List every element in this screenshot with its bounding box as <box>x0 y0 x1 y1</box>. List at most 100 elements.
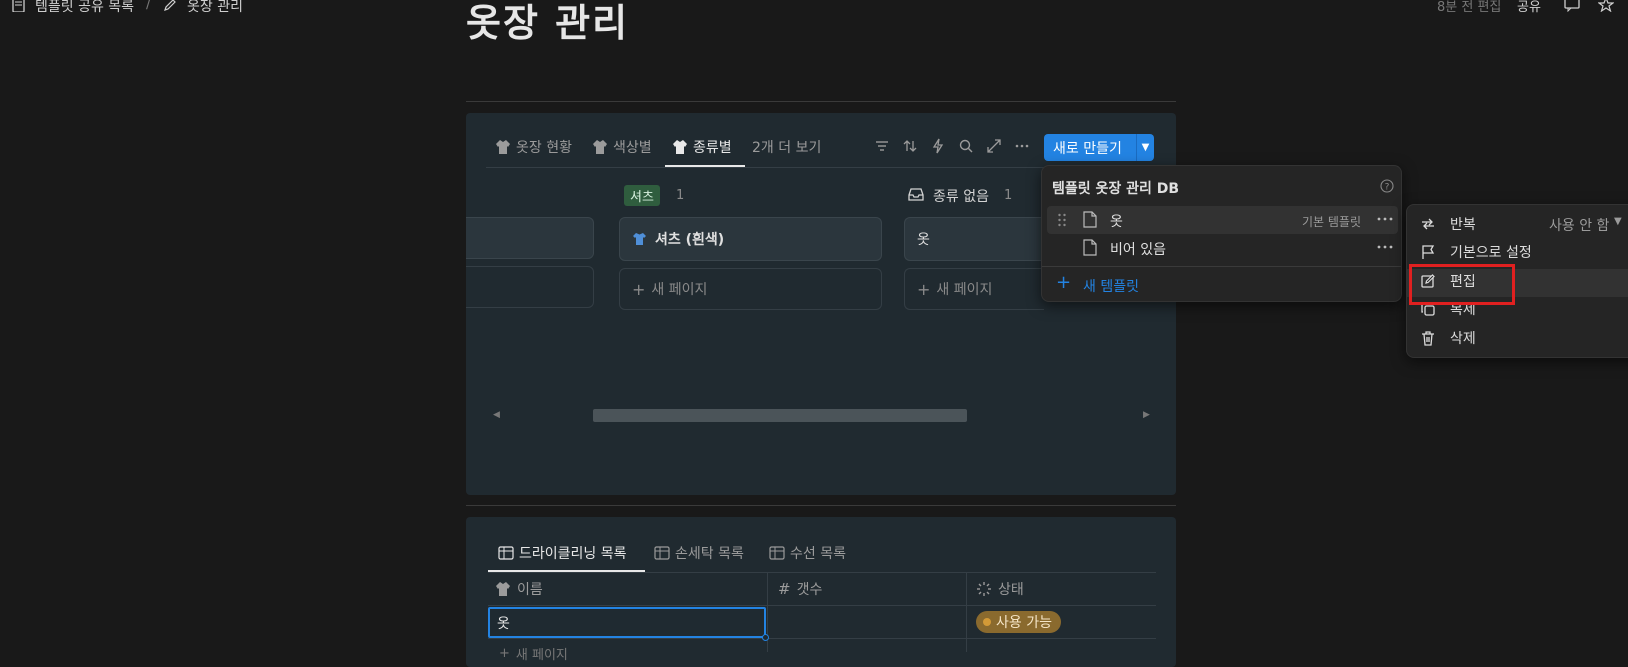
group-count: 1 <box>676 188 685 203</box>
breadcrumb-current[interactable]: 옷장 관리 <box>187 0 243 16</box>
scroll-left-arrow[interactable]: ◀ <box>493 410 500 420</box>
chevron-down-icon: ▼ <box>1614 216 1622 227</box>
card-clothes[interactable]: 옷 <box>904 217 1044 261</box>
page-icon <box>1083 239 1097 256</box>
status-label: 사용 가능 <box>996 615 1052 631</box>
filter-icon[interactable] <box>873 137 891 155</box>
flag-icon <box>1420 244 1450 260</box>
cell-value: 옷 <box>497 615 510 632</box>
header-divider <box>488 605 1156 606</box>
cell-resize-handle[interactable] <box>762 634 769 641</box>
chevron-down-icon[interactable]: ▼ <box>1137 142 1154 153</box>
repeat-icon <box>1420 216 1450 232</box>
status-badge[interactable]: 사용 가능 <box>976 611 1061 633</box>
divider <box>466 505 1176 506</box>
sort-icon[interactable] <box>901 137 919 155</box>
inbox-icon <box>908 187 924 201</box>
tab-label: 옷장 현황 <box>516 140 572 156</box>
tab-by-type[interactable]: 종류별 <box>672 137 732 157</box>
breadcrumb-parent[interactable]: 템플릿 공유 목록 <box>35 0 134 16</box>
card-shirt-white[interactable]: 셔츠 (흰색) <box>619 217 882 261</box>
share-button[interactable]: 공유 <box>1517 0 1541 15</box>
edited-time: 8분 전 편집 <box>1437 0 1502 15</box>
horizontal-scrollbar[interactable] <box>593 409 967 422</box>
more-icon[interactable] <box>1376 240 1394 254</box>
column-header-name[interactable]: 이름 <box>495 579 543 599</box>
template-item-label[interactable]: 옷 <box>1110 211 1123 231</box>
menu-item-label: 반복 <box>1450 217 1476 233</box>
page-icon <box>1083 211 1097 228</box>
row-divider <box>488 638 1156 639</box>
tab-label: 드라이클리닝 목록 <box>519 546 627 562</box>
card-partial[interactable] <box>466 217 594 259</box>
tab-hand-wash[interactable]: 손세탁 목록 <box>654 543 744 563</box>
column-label: 갯수 <box>796 582 823 598</box>
tabs-divider <box>488 572 1156 573</box>
page-title[interactable]: 옷장 관리 <box>466 0 629 47</box>
comment-icon[interactable] <box>1564 0 1580 12</box>
new-row-button[interactable]: + 새 페이지 <box>499 644 568 663</box>
scroll-right-arrow[interactable]: ▶ <box>1143 410 1150 420</box>
tab-repair[interactable]: 수선 목록 <box>769 543 846 563</box>
menu-item-label: 삭제 <box>1450 331 1476 347</box>
highlight-box <box>1409 264 1515 305</box>
expand-icon[interactable] <box>985 137 1003 155</box>
status-dot <box>983 618 991 626</box>
table-icon <box>498 546 514 560</box>
dress-icon <box>495 581 511 597</box>
group-count: 1 <box>1004 188 1013 203</box>
svg-text:?: ? <box>1385 183 1390 193</box>
new-row-label: 새 페이지 <box>515 648 568 663</box>
tab-label: 2개 더 보기 <box>752 140 822 156</box>
menu-item-label: 기본으로 설정 <box>1450 245 1532 261</box>
menu-item-delete[interactable]: 삭제 <box>1420 328 1476 348</box>
new-page-button[interactable]: + 새 페이지 <box>619 268 882 310</box>
star-icon[interactable] <box>1598 0 1614 12</box>
status-icon <box>976 581 992 597</box>
column-header-status[interactable]: 상태 <box>976 579 1024 599</box>
column-header-count[interactable]: # 갯수 <box>778 579 822 599</box>
group-label-no-type: 종류 없음 <box>933 189 989 205</box>
menu-item-set-default[interactable]: 기본으로 설정 <box>1420 242 1532 262</box>
plus-icon: + <box>917 279 931 299</box>
tab-by-color[interactable]: 색상별 <box>592 137 652 157</box>
new-button[interactable]: 새로 만들기 ▼ <box>1044 134 1154 161</box>
table-icon <box>654 546 670 560</box>
top-bar: 템플릿 공유 목록 / 옷장 관리 8분 전 편집 공유 <box>0 0 1628 16</box>
card-title: 셔츠 (흰색) <box>655 232 725 248</box>
tab-wardrobe-status[interactable]: 옷장 현황 <box>495 137 572 157</box>
table-icon <box>769 546 785 560</box>
tab-label: 종류별 <box>693 140 732 156</box>
name-cell-input[interactable]: 옷 <box>488 607 766 638</box>
tab-more-views[interactable]: 2개 더 보기 <box>752 137 821 157</box>
drag-handle-icon[interactable] <box>1057 213 1067 227</box>
new-page-partial[interactable] <box>466 266 594 308</box>
new-page-button[interactable]: + 새 페이지 <box>904 268 1044 310</box>
new-button-label: 새로 만들기 <box>1053 140 1122 157</box>
card-title: 옷 <box>917 232 930 248</box>
help-icon[interactable]: ? <box>1380 179 1394 193</box>
more-icon[interactable] <box>1013 137 1031 155</box>
shirt-icon <box>632 232 647 246</box>
hash-icon: # <box>778 580 791 598</box>
new-template-button[interactable]: 새 템플릿 <box>1083 276 1139 296</box>
menu-divider <box>1042 266 1401 267</box>
menu-item-repeat[interactable]: 반복 <box>1420 214 1476 234</box>
new-page-label: 새 페이지 <box>936 282 993 298</box>
new-page-label: 새 페이지 <box>651 282 708 298</box>
plus-icon: + <box>499 646 510 661</box>
search-icon[interactable] <box>957 137 975 155</box>
column-label: 이름 <box>517 582 543 598</box>
more-icon[interactable] <box>1376 212 1394 226</box>
repeat-value: 사용 안 함 <box>1549 218 1610 234</box>
tab-dry-cleaning[interactable]: 드라이클리닝 목록 <box>498 543 627 563</box>
template-item-label[interactable]: 비어 있음 <box>1110 239 1166 259</box>
divider <box>466 101 1176 102</box>
automation-icon[interactable] <box>929 137 947 155</box>
dress-icon <box>495 139 511 155</box>
plus-icon: + <box>632 279 646 299</box>
group-tag-shirts: 셔츠 <box>624 185 660 206</box>
dress-icon <box>592 139 608 155</box>
default-template-badge: 기본 템플릿 <box>1302 215 1362 229</box>
tab-label: 손세탁 목록 <box>675 546 744 562</box>
